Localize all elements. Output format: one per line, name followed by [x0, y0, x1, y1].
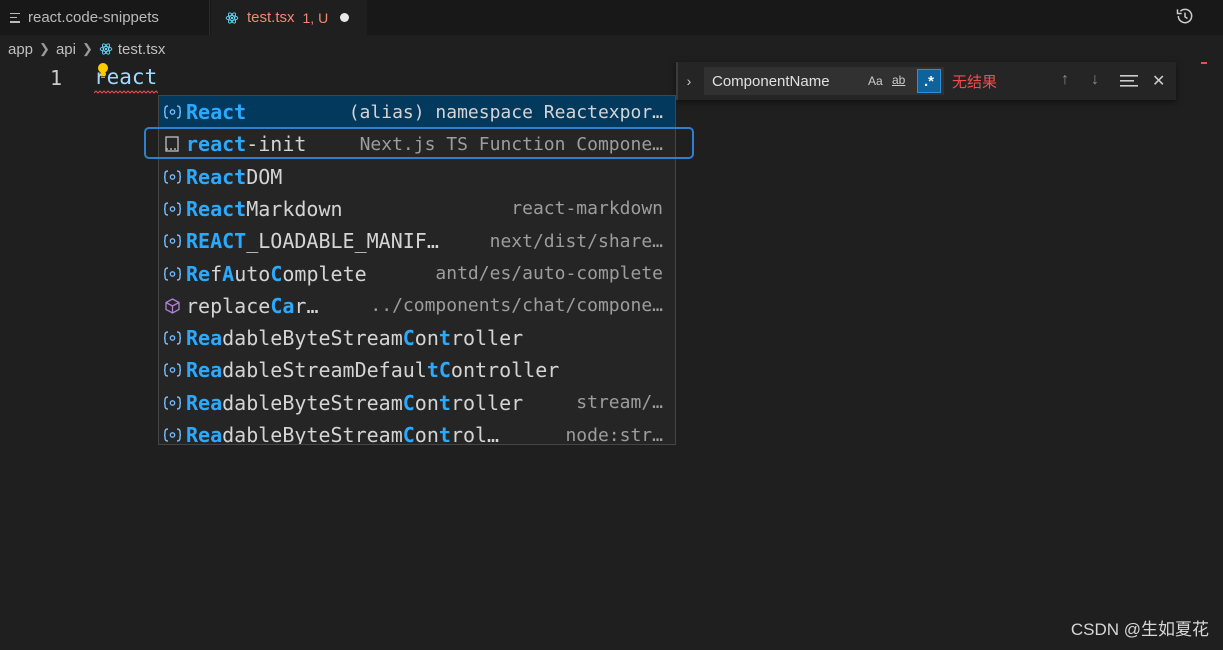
find-query: ComponentName [712, 72, 830, 90]
suggestion-label: ReadableByteStreamController [186, 390, 524, 415]
namespace-icon [163, 329, 181, 347]
watermark: CSDN @生如夏花 [1070, 620, 1209, 639]
suggestion-item[interactable]: react-init Next.js TS Function Compone… [159, 128, 675, 160]
suggestion-detail: (alias) namespace Reactexpor… [348, 101, 663, 123]
lines-icon [10, 12, 20, 23]
line-number: 1 [50, 66, 63, 90]
regex-button[interactable]: .* [917, 69, 941, 93]
snippet-icon [163, 135, 181, 153]
unsaved-dot-icon[interactable] [340, 13, 350, 22]
next-match-arrow-down-icon[interactable]: ↓ [1091, 71, 1099, 89]
suggestion-detail: next/dist/share… [489, 230, 663, 252]
suggestion-item[interactable]: REACT_LOADABLE_MANIF… next/dist/share… [159, 225, 675, 257]
react-icon [99, 43, 113, 55]
find-widget: › ComponentName Aa ab .* 无结果 ↑ ↓ ✕ [676, 62, 1176, 100]
history-icon[interactable] [1175, 6, 1195, 26]
suggestion-item[interactable]: ReadableByteStreamController stream/… [159, 387, 675, 419]
suggestion-label: replaceCar… [186, 293, 319, 318]
breadcrumb-api[interactable]: api [56, 41, 76, 58]
namespace-icon [163, 103, 181, 121]
whole-word-button[interactable]: ab [892, 73, 905, 87]
breadcrumb: app ❯ api ❯ test.tsx [8, 38, 165, 60]
close-icon[interactable]: ✕ [1152, 71, 1165, 91]
tab-status: 1, U [302, 9, 329, 26]
namespace-icon [163, 232, 181, 250]
suggestion-detail: Next.js TS Function Compone… [359, 133, 663, 155]
suggestion-detail: ../components/chat/compone… [370, 295, 663, 317]
suggestion-detail: react-markdown [511, 198, 663, 220]
tab-bar: react.code-snippets test.tsx 1, U [0, 0, 1223, 35]
match-case-button[interactable]: Aa [868, 74, 883, 88]
suggestion-label: RefAutoComplete [186, 261, 367, 286]
toggle-replace-chevron-icon[interactable]: › [676, 62, 700, 100]
error-squiggle [94, 90, 158, 94]
suggestion-item[interactable]: ReadableByteStreamController [159, 322, 675, 354]
suggestion-label: REACT_LOADABLE_MANIF… [186, 229, 439, 254]
suggestion-label: ReadableByteStreamControl… [186, 423, 500, 445]
suggestion-label: ReadableByteStreamController [186, 326, 524, 351]
namespace-icon [163, 168, 181, 186]
namespace-icon [163, 394, 181, 412]
namespace-icon [163, 200, 181, 218]
suggestion-label: React [186, 100, 247, 124]
suggestion-item[interactable]: ReactMarkdown react-markdown [159, 193, 675, 225]
suggestion-label: ReadableStreamDefaultController [186, 358, 560, 383]
no-results-label: 无结果 [952, 73, 998, 91]
lightbulb-icon[interactable] [96, 62, 110, 80]
suggestion-item[interactable]: ReadableStreamDefaultController [159, 354, 675, 386]
tab-label: test.tsx [247, 9, 295, 26]
react-icon [225, 11, 239, 24]
suggestion-item[interactable]: React (alias) namespace Reactexpor… [159, 96, 675, 128]
chevron-right-icon: ❯ [81, 41, 93, 56]
tab-react-code-snippets[interactable]: react.code-snippets [0, 0, 210, 35]
suggestion-detail: node:str… [565, 424, 663, 445]
chevron-right-icon: ❯ [39, 41, 50, 56]
suggestion-item[interactable]: ReadableByteStreamControl… node:str… [159, 419, 675, 445]
suggestion-label: react-init [186, 132, 307, 157]
breadcrumb-file[interactable]: test.tsx [118, 41, 166, 58]
suggestion-item[interactable]: replaceCar… ../components/chat/compone… [159, 290, 675, 322]
suggestion-label: ReactDOM [186, 164, 283, 189]
breadcrumb-app[interactable]: app [8, 41, 33, 58]
suggestion-item[interactable]: ReactDOM [159, 161, 675, 193]
previous-match-arrow-up-icon[interactable]: ↑ [1061, 71, 1069, 89]
suggest-widget: React (alias) namespace Reactexpor… react-… [158, 95, 676, 445]
namespace-icon [163, 361, 181, 379]
method-icon [163, 297, 181, 315]
tab-label: react.code-snippets [28, 9, 159, 26]
suggestion-detail: antd/es/auto-complete [435, 263, 663, 284]
suggestion-detail: stream/… [576, 392, 663, 414]
overview-ruler-error-mark [1201, 62, 1207, 64]
tab-test-tsx[interactable]: test.tsx 1, U [211, 0, 367, 35]
find-input[interactable]: ComponentName Aa ab .* [704, 67, 944, 95]
namespace-icon [163, 426, 181, 444]
suggestion-item[interactable]: RefAutoComplete antd/es/auto-complete [159, 258, 675, 290]
find-in-selection-icon[interactable] [1120, 74, 1138, 88]
suggestion-label: ReactMarkdown [186, 196, 343, 221]
namespace-icon [163, 265, 181, 283]
